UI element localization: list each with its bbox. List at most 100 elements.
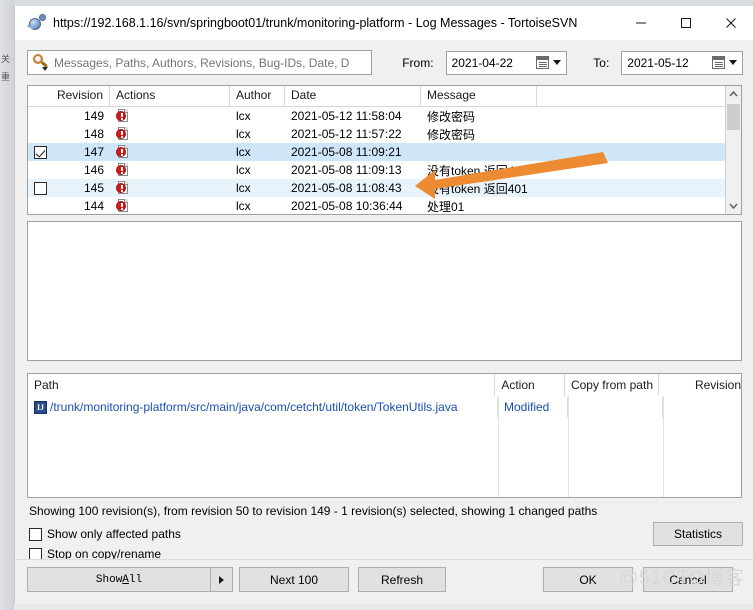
option-label: Show only affected paths <box>47 527 181 541</box>
table-row[interactable]: 145 lcx 2021-05-08 11:08:43 没有token 返回401 <box>28 179 741 197</box>
cell-author: lcx <box>236 181 251 195</box>
from-label: From: <box>402 55 434 70</box>
show-all-prefix: Show <box>95 573 123 586</box>
column-header-actions[interactable]: Actions <box>110 86 230 106</box>
modified-file-icon <box>116 162 129 178</box>
show-all-dropdown-arrow-icon[interactable] <box>210 568 232 591</box>
modified-file-icon <box>116 126 129 142</box>
table-row[interactable]: 147 lcx 2021-05-08 11:09:21 <box>28 143 741 161</box>
scrollbar-thumb[interactable] <box>727 104 740 130</box>
log-list-header: Revision Actions Author Date Message <box>28 86 741 107</box>
refresh-button[interactable]: Refresh <box>358 567 446 592</box>
chevron-down-icon[interactable] <box>726 60 739 65</box>
path-list-rows: IJ/trunk/monitoring-platform/src/main/ja… <box>28 397 741 417</box>
next-100-button[interactable]: Next 100 <box>239 567 349 592</box>
show-all-suffix: ll <box>128 573 143 586</box>
row-checkbox-cell[interactable] <box>28 145 58 159</box>
show-all-split-button[interactable]: Show All <box>27 567 233 592</box>
checkbox-checked-icon[interactable] <box>34 145 47 159</box>
table-row[interactable]: 149 lcx 2021-05-12 11:58:04 修改密码 <box>28 107 741 125</box>
row-checkbox-cell[interactable] <box>28 181 58 195</box>
action-cell: Modified <box>498 397 568 417</box>
path-cell[interactable]: IJ/trunk/monitoring-platform/src/main/ja… <box>28 397 498 417</box>
copy-from-path-cell <box>568 397 663 417</box>
cell-actions <box>110 144 230 160</box>
column-header-author[interactable]: Author <box>230 86 285 106</box>
show-all-accelerator: A <box>122 573 129 586</box>
column-header-copy-from-path[interactable]: Copy from path <box>565 374 660 396</box>
column-header-filler <box>537 86 741 106</box>
tortoisesvn-icon <box>26 14 46 32</box>
to-date-picker[interactable]: 2021-05-12 <box>621 50 743 75</box>
path-list-header: Path Action Copy from path Revision <box>28 374 741 397</box>
desktop-left-strip: 关 重 <box>0 0 14 610</box>
cell-author: lcx <box>236 163 251 177</box>
dialog-client-area: From: 2021-04-22 To: 2021-05-12 Revision… <box>15 41 753 604</box>
cell-revision: 148 <box>83 127 104 141</box>
show-all-button[interactable]: Show All <box>28 568 210 591</box>
search-input[interactable] <box>52 52 372 73</box>
maximize-button[interactable] <box>663 6 708 40</box>
commit-message-pane[interactable] <box>27 221 742 361</box>
cell-actions <box>110 108 230 124</box>
to-date-value: 2021-05-12 <box>627 55 689 70</box>
from-date-value: 2021-04-22 <box>451 55 513 70</box>
statistics-button[interactable]: Statistics <box>653 522 743 546</box>
path-text: /trunk/monitoring-platform/src/main/java… <box>50 400 458 414</box>
search-icon[interactable] <box>30 51 52 74</box>
column-header-revision[interactable]: Revision <box>28 86 110 106</box>
commit-message-text <box>28 222 741 230</box>
revision-log-list[interactable]: Revision Actions Author Date Message 149… <box>27 85 742 215</box>
cell-author: lcx <box>236 127 251 141</box>
path-row[interactable]: IJ/trunk/monitoring-platform/src/main/ja… <box>28 397 741 417</box>
table-row[interactable]: 146 lcx 2021-05-08 11:09:13 没有token 返回401 <box>28 161 741 179</box>
chevron-down-icon[interactable] <box>550 60 563 65</box>
modified-file-icon <box>116 108 129 124</box>
changed-paths-list[interactable]: Path Action Copy from path Revision IJ/t… <box>27 373 742 498</box>
option-show-only-affected-paths[interactable]: Show only affected paths <box>29 527 181 541</box>
log-list-rows: 149 lcx 2021-05-12 11:58:04 修改密码 148 lcx 2021-… <box>28 107 741 214</box>
cell-message: 没有token 返回401 <box>427 163 528 178</box>
table-row[interactable]: 144 lcx 2021-05-08 10:36:44 处理01 <box>28 197 741 214</box>
from-date-picker[interactable]: 2021-04-22 <box>445 50 568 75</box>
cell-date: 2021-05-12 11:58:04 <box>291 109 402 123</box>
modified-file-icon <box>116 144 129 160</box>
cell-date: 2021-05-08 11:09:13 <box>291 163 402 177</box>
cell-revision: 146 <box>83 163 104 177</box>
cell-date: 2021-05-08 10:36:44 <box>291 199 403 213</box>
cell-message: 没有token 返回401 <box>427 181 528 196</box>
scroll-down-icon[interactable] <box>726 198 741 214</box>
desktop-icon-1: 关 <box>1 54 11 64</box>
cell-revision: 149 <box>83 109 104 123</box>
column-header-path-revision[interactable]: Revision <box>659 374 741 396</box>
cell-message: 修改密码 <box>427 109 476 124</box>
status-text: Showing 100 revision(s), from revision 5… <box>29 504 598 518</box>
window-title: https://192.168.1.16/svn/springboot01/tr… <box>53 16 578 30</box>
scroll-up-icon[interactable] <box>726 86 741 102</box>
checkbox-icon[interactable] <box>34 181 47 195</box>
window-controls <box>618 6 753 40</box>
cell-actions <box>110 126 230 142</box>
cell-author: lcx <box>236 145 251 159</box>
cell-actions <box>110 198 230 214</box>
calendar-icon <box>712 56 725 69</box>
column-header-message[interactable]: Message <box>421 86 537 106</box>
table-row[interactable]: 148 lcx 2021-05-12 11:57:22 修改密码 <box>28 125 741 143</box>
column-header-date[interactable]: Date <box>285 86 421 106</box>
cell-actions <box>110 180 230 196</box>
cell-message: 修改密码 <box>427 127 476 142</box>
path-revision-cell <box>663 397 741 417</box>
checkbox-icon[interactable] <box>29 527 42 541</box>
cell-message: 处理01 <box>427 199 465 214</box>
cell-author: lcx <box>236 199 251 213</box>
modified-file-icon <box>116 198 129 214</box>
column-header-action[interactable]: Action <box>495 374 565 396</box>
filter-bar: From: 2021-04-22 To: 2021-05-12 <box>27 49 743 76</box>
log-list-scrollbar[interactable] <box>725 86 741 214</box>
column-header-path[interactable]: Path <box>28 374 496 396</box>
to-label: To: <box>593 55 610 70</box>
search-box[interactable] <box>27 50 373 75</box>
minimize-button[interactable] <box>618 6 663 40</box>
modified-file-icon <box>116 180 129 196</box>
close-button[interactable] <box>708 6 753 40</box>
